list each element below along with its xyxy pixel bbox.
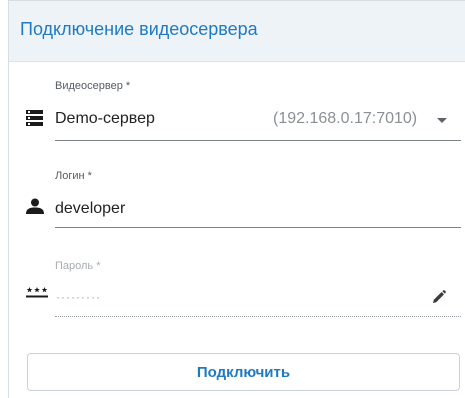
password-underline bbox=[55, 316, 461, 317]
password-label: Пароль * bbox=[55, 260, 101, 272]
chevron-down-icon[interactable] bbox=[437, 118, 447, 123]
video-server-connection-dialog: Подключение видеосервера Видеосервер * D… bbox=[8, 0, 465, 398]
connect-button[interactable]: Подключить bbox=[27, 353, 460, 391]
video-server-address: (192.168.0.17:7010) bbox=[273, 110, 418, 127]
login-label: Логин * bbox=[55, 170, 92, 182]
dialog-header: Подключение видеосервера bbox=[9, 0, 465, 62]
login-input[interactable]: developer bbox=[55, 200, 125, 218]
video-server-label: Видеосервер * bbox=[55, 80, 131, 92]
person-icon bbox=[26, 198, 44, 214]
password-input[interactable]: ········· bbox=[56, 290, 101, 304]
dialog-title: Подключение видеосервера bbox=[20, 19, 258, 39]
server-icon bbox=[26, 110, 43, 126]
pencil-icon[interactable] bbox=[432, 290, 446, 304]
password-icon bbox=[26, 287, 48, 298]
video-server-value: Demo-сервер bbox=[55, 110, 155, 127]
video-server-underline bbox=[55, 140, 461, 141]
login-underline bbox=[55, 227, 461, 228]
